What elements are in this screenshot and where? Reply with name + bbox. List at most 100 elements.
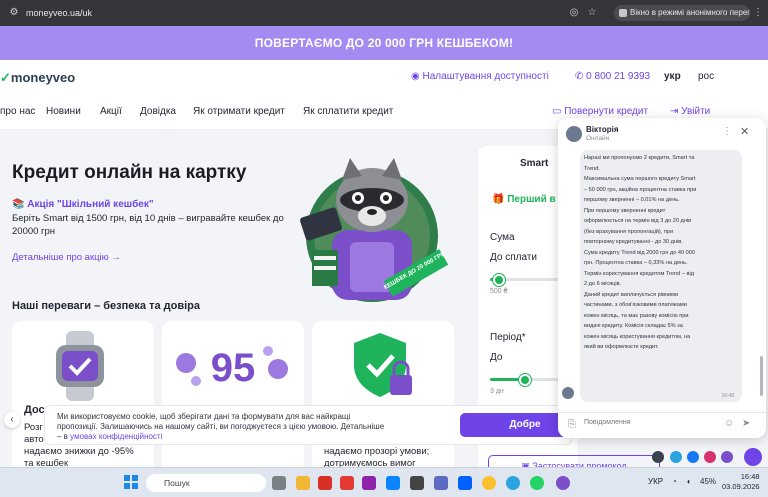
chat-input[interactable] [584, 419, 714, 426]
nav-help[interactable]: Довідка [140, 106, 176, 117]
messenger-icon[interactable] [687, 451, 699, 463]
login-link[interactable]: ⇥ Увійти [670, 106, 710, 117]
nav-how-get-credit[interactable]: Як отримати кредит [193, 106, 285, 117]
bookmark-star-icon[interactable]: ☆ [586, 7, 598, 19]
shield-lock-icon [354, 333, 412, 397]
dropbox-icon[interactable] [458, 476, 472, 490]
advantage-card-1-title: Дос [24, 404, 45, 416]
more-options-icon[interactable]: ⋮ [722, 126, 732, 137]
promo-details-link[interactable]: Детальніше про акцію → [12, 252, 121, 263]
message-line: частинами, з обов'язковими платежами [584, 302, 687, 308]
hero-title: Кредит онлайн на картку [12, 162, 247, 183]
whatsapp-icon[interactable] [530, 476, 544, 490]
close-icon[interactable]: ✕ [740, 125, 749, 138]
incognito-badge[interactable]: Вікно в режимі анонімного перегляду [614, 5, 750, 21]
login-icon: ⇥ [670, 106, 682, 117]
telegram-app-icon[interactable] [506, 476, 520, 490]
battery-level[interactable]: 45% [700, 477, 716, 486]
accessibility-link[interactable]: ◉ Налаштування доступності [411, 71, 549, 82]
message-line: Trend. [584, 165, 600, 172]
logo[interactable]: ✓moneyveo [0, 70, 75, 86]
windows-taskbar: Пошук УКР ◔ ◖ 45% 16:48 03.09.2026 [0, 467, 768, 497]
promo-title: 📚 Акція "Шкільний кешбек" [12, 199, 154, 210]
message-line: який ви оформлюєте кредит. [584, 344, 659, 350]
sum-slider-handle[interactable] [492, 274, 505, 286]
clock-date: 03.09.2026 [722, 482, 760, 491]
send-icon[interactable]: ➤ [742, 418, 750, 429]
app-icon[interactable] [340, 476, 354, 490]
login-label: Увійти [681, 106, 711, 117]
message-line: кожен місяць, та має разову комісію при [584, 312, 689, 319]
percent-95-icon: 95 [176, 346, 288, 390]
opera-icon[interactable] [318, 476, 332, 490]
repay-label: До сплати [490, 252, 537, 263]
period-slider-handle[interactable] [519, 374, 532, 386]
promo-title-text: Акція "Шкільний кешбек" [27, 199, 154, 210]
chat-scrollbar[interactable] [760, 356, 763, 396]
message-line: Наразі ми пропонуємо 2 кредити, Smart та [584, 155, 695, 161]
sum-label: Сума [490, 232, 515, 243]
phone-link[interactable]: ✆ 0 800 21 9393 [575, 71, 650, 82]
chevron-icon[interactable] [652, 451, 664, 463]
tab-smart[interactable]: Smart [520, 158, 548, 169]
message-line: Даний кредит виплачується рівними [584, 291, 679, 298]
nav-news[interactable]: Новини [46, 106, 81, 117]
agent-status: Онлайн [586, 135, 610, 142]
message-line: – 50 000 грн, акційна процентна ставка п… [584, 186, 697, 193]
app-icon[interactable] [362, 476, 376, 490]
nav-about[interactable]: про нас [0, 106, 35, 117]
eye-off-icon[interactable]: ◎ [568, 7, 580, 19]
viber-app-icon[interactable] [556, 476, 570, 490]
browser-menu-icon[interactable]: ⋮ [752, 7, 764, 19]
message-line: кожен місяць користування кредитом, на [584, 333, 691, 340]
discount-number: 95 [211, 346, 256, 390]
nav-how-pay-credit[interactable]: Як сплатити кредит [303, 106, 393, 117]
phone-number: 0 800 21 9393 [586, 71, 651, 82]
gift-icon: 🎁 [492, 194, 508, 205]
viber-icon[interactable] [721, 451, 733, 463]
telegram-icon[interactable] [670, 451, 682, 463]
chevron-left-icon: ‹ [10, 414, 14, 425]
accessibility-label: Налаштування доступності [422, 71, 549, 82]
app-icon[interactable] [410, 476, 424, 490]
attach-icon[interactable]: ⎘ [568, 419, 576, 430]
address-bar[interactable]: moneyveo.ua/uk [26, 8, 92, 18]
instagram-icon[interactable] [704, 451, 716, 463]
return-credit-link[interactable]: ▭ Повернути кредит [552, 106, 648, 117]
message-line: Максимальна сума першого кредиту Smart [584, 176, 696, 182]
site-info-icon[interactable]: ⚙ [8, 7, 20, 19]
taskbar-clock[interactable]: 16:48 03.09.2026 [722, 472, 760, 492]
chat-toggle-icon[interactable] [744, 448, 762, 466]
eye-icon: ◉ [411, 71, 423, 82]
emoji-icon[interactable]: ☺ [724, 418, 734, 429]
message-line: оформлюється на термін від 3 до 20 днів [584, 218, 692, 224]
smartwatch-icon [56, 331, 104, 401]
carousel-prev-button[interactable]: ‹ [4, 412, 20, 428]
volume-icon[interactable]: ◖ [686, 477, 691, 486]
privacy-link[interactable]: умовах конфіденційності [70, 432, 162, 441]
task-view-icon[interactable] [272, 476, 286, 490]
tray-lang[interactable]: УКР [648, 477, 663, 486]
lang-uk[interactable]: укр [664, 71, 681, 82]
message-line: Сума кредиту Trend від 2000 грн до 40 00… [584, 249, 696, 256]
chat-widget: Вікторія Онлайн ⋮ ✕ Наразі ми пропонуємо… [558, 118, 766, 438]
promo-banner[interactable]: ПОВЕРТАЄМО ДО 20 000 ГРН КЕШБЕКОМ! [0, 26, 768, 60]
nav-promotions[interactable]: Акції [100, 106, 122, 117]
file-explorer-icon[interactable] [296, 476, 310, 490]
taskbar-search[interactable]: Пошук [146, 474, 266, 492]
message-line: При першому зверненні кредит [584, 207, 666, 214]
promo-description: Беріть Smart від 1500 грн, від 10 днів –… [12, 213, 284, 237]
wifi-icon[interactable]: ◔ [672, 477, 677, 486]
message-time: 16:48 [721, 393, 734, 399]
message-line: повторному кредитуванні - до 30 днів. [584, 239, 683, 245]
windows-start-icon[interactable] [124, 475, 138, 489]
raccoon-mascot-illustration: КЕШБЕК ДО 20 000 ГРН [300, 158, 449, 302]
message-line: 2 до 6 місяців. [584, 281, 622, 287]
chrome-icon[interactable] [482, 476, 496, 490]
chat-message: Наразі ми пропонуємо 2 кредити, Smart та… [580, 150, 742, 402]
message-avatar [562, 387, 574, 399]
edge-icon[interactable] [386, 476, 400, 490]
message-line: (без врахування пролонгацій), при [584, 228, 674, 235]
lang-ru[interactable]: рос [698, 71, 714, 82]
app-icon[interactable] [434, 476, 448, 490]
